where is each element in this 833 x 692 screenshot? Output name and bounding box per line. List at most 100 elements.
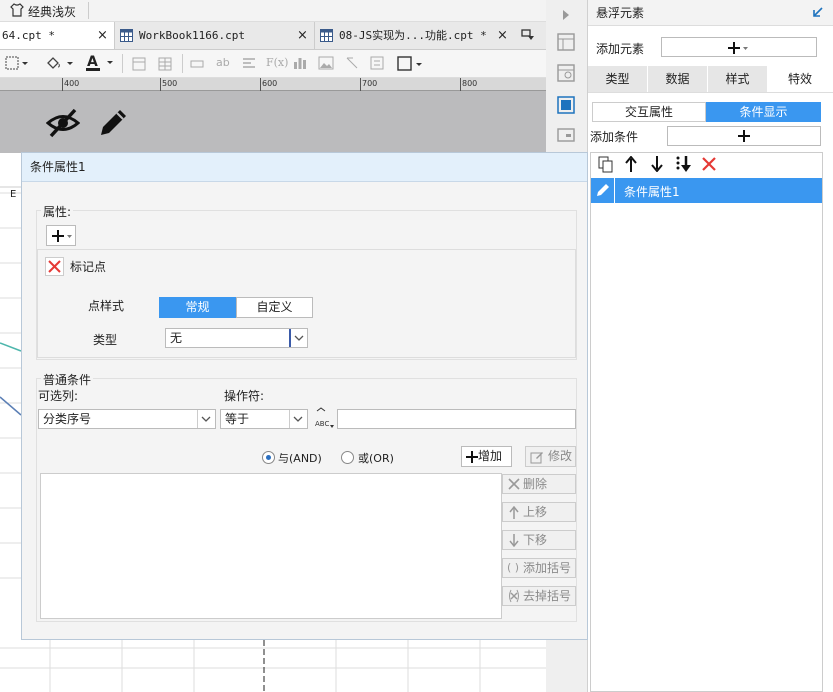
merge-cells-icon[interactable] [132,57,146,71]
type-select[interactable]: 无 [165,328,308,348]
arrow-up-icon [509,506,519,519]
list-item-label: 条件属性1 [624,185,680,199]
close-icon[interactable]: × [297,22,308,49]
bar-chart-icon[interactable] [293,56,307,70]
text-ab-icon[interactable]: ab [216,56,230,69]
fill-bucket-icon[interactable] [45,55,75,71]
add-bracket-label: 添加括号 [523,561,572,575]
tab-label: 64.cpt * [2,29,55,42]
divider [88,2,89,19]
and-label: 与(AND) [278,452,322,465]
border-box-icon[interactable] [397,56,425,72]
font-color-icon[interactable]: A [85,53,117,73]
tab-js-feature[interactable]: 08-JS实现为...功能.cpt * × [314,22,514,49]
shirt-icon[interactable] [10,3,24,17]
delete-condition-button[interactable]: 删除 [502,474,576,494]
image-icon[interactable] [318,56,334,70]
modify-button[interactable]: 修改 [525,446,576,467]
tab-list-icon[interactable] [521,29,535,41]
arrow-up-icon[interactable] [625,156,637,172]
condition-list[interactable] [40,473,502,619]
optional-column-select[interactable]: 分类序号 [38,409,216,429]
delete-button-label: 删除 [523,477,548,491]
tab-label: WorkBook1166.cpt [139,29,245,42]
operator-label: 操作符: [224,389,265,403]
float-element-panel: 悬浮元素 添加元素 类型 数据 样式 特效 交互属性 条件显示 添加条件 条件属… [588,0,833,692]
move-up-button[interactable]: 上移 [502,502,576,522]
remove-bracket-label: 去掉括号 [523,589,572,603]
field-icon[interactable] [190,60,204,68]
tab-effects[interactable]: 特效 [768,66,833,92]
condition-value-input[interactable] [337,409,576,429]
close-icon[interactable]: × [97,22,108,49]
common-condition-title: 普通条件 [41,371,94,388]
operator-select[interactable]: 等于 [220,409,308,429]
optional-column-label: 可选列: [38,389,79,403]
tab-condition-display[interactable]: 条件显示 [706,102,821,122]
report-block-icon[interactable] [557,128,575,142]
point-style-label: 点样式 [88,299,125,313]
remove-bracket-button[interactable]: 去掉括号 [502,586,576,606]
or-label: 或(OR) [358,452,394,465]
plus-icon [466,451,478,463]
delete-icon[interactable] [702,157,716,171]
eye-slash-icon[interactable] [46,106,80,140]
slash-icon[interactable] [345,56,359,70]
ruler-tick: 400 [64,79,80,88]
add-bracket-button[interactable]: ( ) 添加括号 [502,558,576,578]
theme-bar: 经典浅灰 [0,0,546,22]
widget-settings-icon[interactable] [557,64,575,82]
abc-format-icon[interactable]: ABC [313,407,335,429]
tab-interaction[interactable]: 交互属性 [592,102,706,122]
tab-style[interactable]: 样式 [708,66,768,92]
border-grid-icon[interactable] [5,56,29,70]
arrow-down-icon [509,534,519,547]
copy-icon[interactable] [598,156,614,173]
table-icon[interactable] [158,57,172,71]
svg-text:ABC: ABC [315,420,329,428]
move-up-label: 上移 [523,505,548,519]
chevron-down-icon[interactable] [289,329,307,347]
add-element-button[interactable] [661,37,817,57]
pencil-icon [591,178,615,203]
remove-icon[interactable] [45,257,64,276]
theme-label[interactable]: 经典浅灰 [28,3,76,20]
divider [122,54,123,73]
close-icon[interactable]: × [497,22,508,49]
tab-workbook1166[interactable]: WorkBook1166.cpt × [114,22,314,49]
add-condition-label: 添加条件 [590,130,639,144]
arrow-down-icon[interactable] [651,156,663,172]
tab-data[interactable]: 数据 [648,66,708,92]
chevron-down-icon[interactable] [289,410,307,428]
collapse-arrow-icon[interactable] [812,6,824,18]
tab-type[interactable]: 类型 [588,66,648,92]
list-item[interactable]: 条件属性1 [591,178,822,203]
edit-icon [530,450,544,464]
move-down-button[interactable]: 下移 [502,530,576,550]
and-radio[interactable] [262,451,275,464]
pencil-icon[interactable] [96,106,130,140]
add-attribute-button[interactable] [46,225,76,246]
formula-icon[interactable]: F(x) [266,56,288,69]
optional-column-value: 分类序号 [43,412,92,426]
file-tabs: 64.cpt * × WorkBook1166.cpt × 08-JS实现为..… [0,22,546,50]
type-label: 类型 [93,333,118,347]
move-to-bottom-icon[interactable] [675,155,693,173]
point-style-normal-button[interactable]: 常规 [159,297,236,318]
add-condition-attr-button[interactable] [667,126,821,146]
add-condition-button[interactable]: 增加 [461,446,512,467]
bracket-icon: ( ) [507,561,520,574]
point-style-custom-button[interactable]: 自定义 [236,297,313,318]
ruler-tick: 800 [462,79,478,88]
tab-file-64[interactable]: 64.cpt * × [0,22,114,49]
float-element-icon[interactable] [557,96,575,114]
cell-attr-icon[interactable] [557,33,575,51]
form-icon[interactable] [370,56,384,70]
modify-button-label: 修改 [548,449,573,463]
svg-text:A: A [87,54,98,70]
align-icon[interactable] [242,57,256,71]
chevron-down-icon[interactable] [197,410,215,428]
operator-value: 等于 [225,412,250,426]
chevron-right-icon[interactable] [562,10,570,20]
or-radio[interactable] [341,451,354,464]
